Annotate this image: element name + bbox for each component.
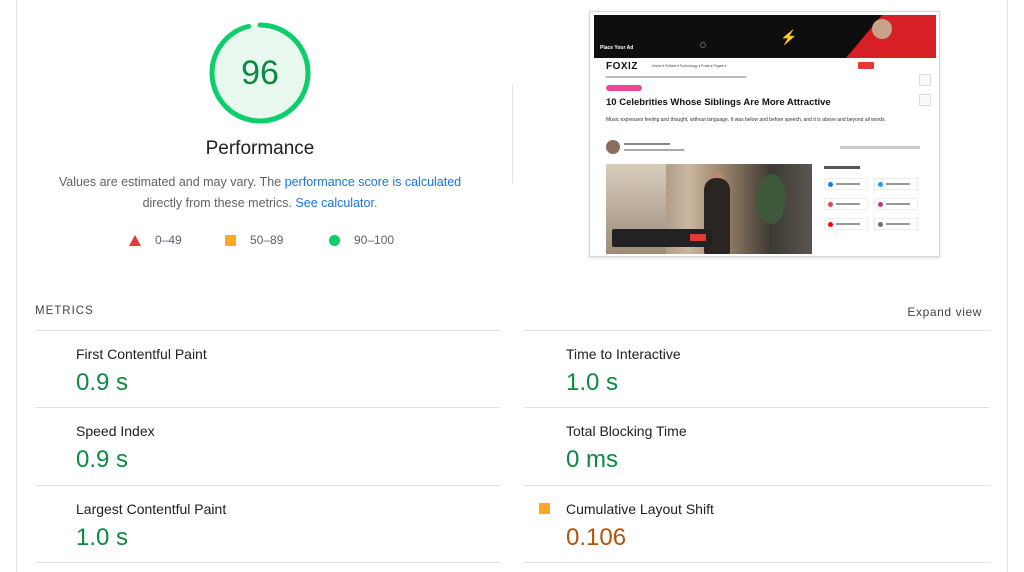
metric-value: 1.0 s bbox=[566, 369, 619, 396]
metric-speed-index: Speed Index 0.9 s bbox=[35, 408, 475, 478]
nav-menu: Home ▾ Politics ▾ Technology ▾ Posts ▾ P… bbox=[652, 64, 727, 68]
article-photo bbox=[606, 164, 812, 254]
article-title: 10 Celebrities Whose Siblings Are More A… bbox=[606, 97, 831, 108]
pinterest-icon bbox=[828, 202, 833, 207]
social-card bbox=[874, 198, 918, 210]
good-circle-icon bbox=[49, 348, 60, 359]
youtube-icon bbox=[828, 222, 833, 227]
social-card bbox=[824, 198, 868, 210]
desc-text: Values are estimated and may vary. The bbox=[58, 175, 285, 189]
facebook-icon bbox=[828, 182, 833, 187]
social-card bbox=[874, 218, 918, 230]
author-avatar bbox=[606, 140, 620, 154]
tiktok-icon bbox=[878, 222, 883, 227]
ad-face-image bbox=[872, 19, 892, 39]
good-circle-icon bbox=[539, 425, 550, 436]
legend-label: 50–89 bbox=[250, 233, 284, 247]
widget-heading bbox=[824, 166, 860, 169]
legend-poor: 0–49 bbox=[129, 233, 182, 247]
see-calculator-link[interactable]: See calculator bbox=[295, 196, 374, 210]
cookie-notice bbox=[612, 229, 712, 247]
performance-score: 96 bbox=[241, 54, 279, 92]
author-meta bbox=[624, 149, 684, 151]
metric-value: 0.9 s bbox=[76, 446, 129, 473]
metric-first-contentful-paint: First Contentful Paint 0.9 s bbox=[35, 331, 475, 401]
desc-text-2: directly from these metrics. bbox=[142, 196, 296, 210]
desc-end: . bbox=[373, 196, 378, 210]
legend-average: 50–89 bbox=[225, 233, 283, 247]
average-square-icon bbox=[539, 503, 550, 514]
metric-name: Total Blocking Time bbox=[566, 423, 687, 439]
article-description: Music expresses feeling and thought, wit… bbox=[606, 117, 886, 123]
site-nav: FOXIZ Home ▾ Politics ▾ Technology ▾ Pos… bbox=[606, 59, 926, 73]
share-bar bbox=[840, 146, 920, 149]
rail-button bbox=[919, 74, 931, 86]
metric-cumulative-layout-shift: Cumulative Layout Shift 0.106 bbox=[525, 486, 965, 556]
side-rail bbox=[919, 74, 933, 118]
metric-name: Cumulative Layout Shift bbox=[566, 501, 714, 517]
performance-title: Performance bbox=[205, 138, 315, 159]
card-line bbox=[836, 183, 860, 185]
category-pill bbox=[606, 85, 642, 91]
card-line bbox=[886, 203, 910, 205]
card-line bbox=[836, 223, 860, 225]
good-circle-icon bbox=[49, 503, 60, 514]
metrics-heading: METRICS bbox=[35, 305, 94, 317]
divider bbox=[524, 562, 990, 563]
divider bbox=[35, 562, 500, 563]
legend-label: 90–100 bbox=[354, 233, 395, 247]
subscribe-button bbox=[858, 62, 874, 69]
page-screenshot-thumbnail[interactable]: ⚡ Place Your Ad FOXIZ Home ▾ Politics ▾ … bbox=[589, 11, 940, 257]
triangle-icon bbox=[129, 234, 141, 246]
expand-view-button[interactable]: Expand view bbox=[907, 305, 982, 319]
metric-name: First Contentful Paint bbox=[76, 346, 207, 362]
legend-label: 0–49 bbox=[155, 233, 182, 247]
circle-icon bbox=[329, 234, 340, 246]
metric-total-blocking-time: Total Blocking Time 0 ms bbox=[525, 408, 965, 478]
metric-name: Speed Index bbox=[76, 423, 155, 439]
good-circle-icon bbox=[539, 348, 550, 359]
instagram-icon bbox=[878, 202, 883, 207]
metric-time-to-interactive: Time to Interactive 1.0 s bbox=[525, 331, 965, 401]
card-line bbox=[886, 183, 910, 185]
divider bbox=[512, 85, 513, 183]
ad-text: Place Your Ad bbox=[600, 45, 634, 51]
metric-value: 0.106 bbox=[566, 524, 627, 551]
stay-connected-widget bbox=[824, 164, 922, 254]
performance-description: Values are estimated and may vary. The p… bbox=[50, 172, 470, 214]
card-line bbox=[886, 223, 910, 225]
circle-shape bbox=[700, 42, 706, 48]
metric-name: Time to Interactive bbox=[566, 346, 681, 362]
breadcrumb bbox=[606, 76, 746, 78]
social-card bbox=[874, 178, 918, 190]
card-line bbox=[836, 203, 860, 205]
metric-value: 0 ms bbox=[566, 446, 619, 473]
ad-banner: ⚡ Place Your Ad bbox=[594, 15, 936, 58]
cookie-accept-button bbox=[690, 234, 706, 241]
social-card bbox=[824, 178, 868, 190]
ad-red-shape bbox=[846, 15, 936, 58]
author-name bbox=[624, 143, 670, 145]
legend-good: 90–100 bbox=[329, 233, 394, 247]
site-logo: FOXIZ bbox=[606, 61, 638, 72]
good-circle-icon bbox=[49, 425, 60, 436]
metric-name: Largest Contentful Paint bbox=[76, 501, 227, 517]
metric-value: 0.9 s bbox=[76, 369, 129, 396]
twitter-icon bbox=[878, 182, 883, 187]
bolt-icon: ⚡ bbox=[780, 29, 798, 45]
cart-icon bbox=[919, 94, 931, 106]
metric-value: 1.0 s bbox=[76, 524, 129, 551]
square-icon bbox=[225, 234, 236, 246]
tree-shape bbox=[756, 174, 786, 224]
score-calculated-link[interactable]: performance score is calculated bbox=[285, 175, 461, 189]
performance-gauge[interactable]: 96 bbox=[208, 21, 312, 125]
social-card bbox=[824, 218, 868, 230]
metric-largest-contentful-paint: Largest Contentful Paint 1.0 s bbox=[35, 486, 475, 556]
